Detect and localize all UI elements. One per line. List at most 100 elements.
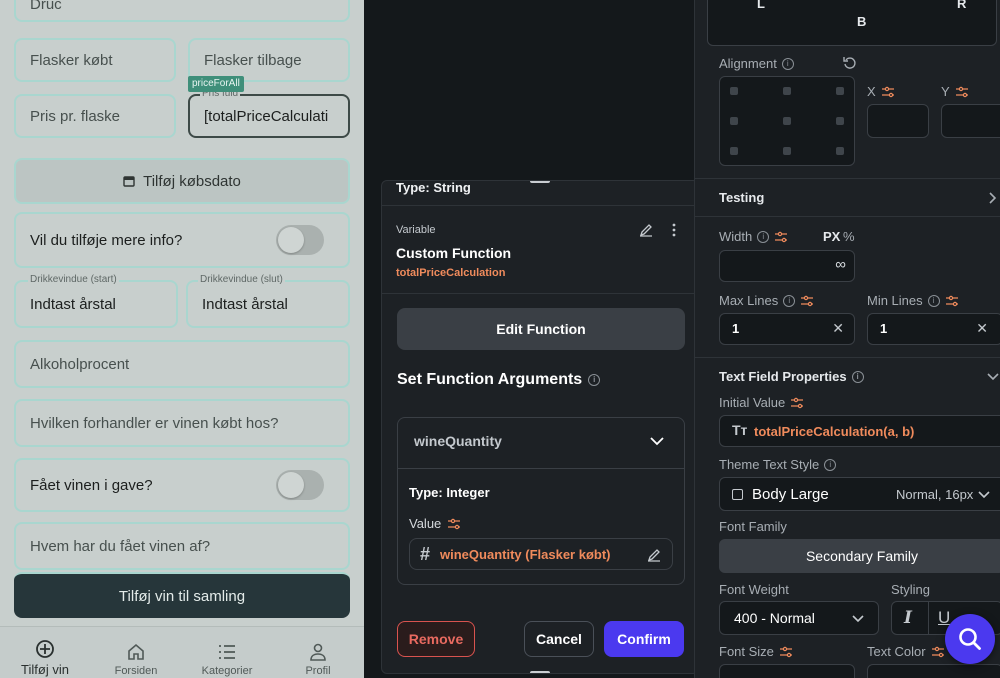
search-icon: [959, 628, 981, 650]
nav-kategorier[interactable]: Kategorier: [187, 631, 267, 677]
testing-section[interactable]: Testing: [719, 190, 764, 205]
sliders-icon: [448, 518, 461, 529]
y-label: Y: [941, 84, 969, 99]
sliders-icon: [931, 646, 944, 657]
initial-value-field[interactable]: Tт totalPriceCalculation(a, b): [719, 415, 1000, 447]
chevron-right-icon[interactable]: [987, 192, 999, 204]
padding-bottom-label: B: [857, 14, 867, 29]
list-icon: [219, 645, 235, 659]
font-weight-label: Font Weight: [719, 582, 789, 597]
checkbox-icon: [732, 489, 743, 500]
text-color-label: Text Color: [867, 644, 945, 659]
search-fab[interactable]: [945, 614, 995, 664]
info-icon[interactable]: i: [757, 230, 770, 243]
variable-title: Custom Function: [396, 245, 512, 261]
x-label: X: [867, 84, 895, 99]
argument-type: Type: Integer: [409, 485, 490, 500]
person-icon: [310, 643, 326, 661]
padding-left-label: L: [757, 0, 765, 11]
theme-text-style-select[interactable]: Body Large Normal, 16px: [719, 477, 1000, 511]
chevron-down-icon[interactable]: [987, 371, 999, 383]
min-lines-input[interactable]: 1 ✕: [867, 313, 1000, 345]
top-field[interactable]: Druc: [14, 0, 350, 22]
edit-pencil-icon[interactable]: [646, 547, 662, 563]
gift-toggle[interactable]: [276, 470, 324, 500]
drink-end-field[interactable]: Indtast årstal: [186, 280, 350, 328]
confirm-button[interactable]: Confirm: [604, 621, 684, 657]
font-size-input[interactable]: [719, 664, 855, 678]
add-to-collection-button[interactable]: Tilføj vin til samling: [14, 572, 350, 618]
info-icon[interactable]: i: [927, 294, 940, 307]
price-for-all-tag: priceForAll: [188, 76, 244, 92]
argument-name: wineQuantity: [414, 433, 502, 449]
calendar-icon: [123, 176, 135, 187]
italic-icon[interactable]: I: [904, 608, 912, 628]
more-info-toggle[interactable]: [276, 225, 324, 255]
secondary-family-button[interactable]: Secondary Family: [719, 539, 1000, 573]
info-icon[interactable]: i: [851, 370, 864, 383]
value-label: Value: [409, 516, 461, 531]
drink-start-field[interactable]: Indtast årstal: [14, 280, 178, 328]
chevron-down-icon: [852, 615, 864, 623]
nav-profil[interactable]: Profil: [278, 631, 358, 677]
edit-pencil-icon[interactable]: [638, 222, 654, 238]
info-icon[interactable]: i: [781, 57, 794, 70]
edit-function-button[interactable]: Edit Function: [397, 308, 685, 350]
home-icon: [128, 643, 144, 660]
hash-icon: #: [420, 543, 431, 564]
min-lines-label: Min Lines i: [867, 293, 959, 308]
clear-icon[interactable]: ✕: [832, 320, 844, 337]
alcohol-field[interactable]: Alkoholprocent: [14, 340, 350, 388]
remove-button[interactable]: Remove: [397, 621, 475, 657]
sliders-icon: [791, 397, 804, 408]
max-lines-input[interactable]: 1 ✕: [719, 313, 855, 345]
clear-icon[interactable]: ✕: [976, 320, 988, 337]
pris-fuld-field[interactable]: [totalPriceCalculati: [188, 94, 350, 138]
width-input[interactable]: ∞: [719, 250, 855, 282]
gift-from-field[interactable]: Hvem har du fået vinen af?: [14, 522, 350, 570]
info-icon[interactable]: i: [824, 458, 837, 471]
add-circle-icon: [36, 640, 54, 658]
function-popup: Type: String Variable Custom Function to…: [381, 180, 699, 674]
x-input[interactable]: [867, 104, 929, 138]
sliders-icon: [779, 646, 792, 657]
set-args-title: Set Function Arguments i: [397, 371, 601, 389]
reset-icon[interactable]: [843, 56, 857, 70]
popup-drag-handle-bottom[interactable]: [530, 671, 550, 673]
add-date-button[interactable]: Tilføj købsdato: [14, 158, 350, 204]
font-weight-select[interactable]: 400 - Normal: [719, 601, 879, 635]
cancel-button[interactable]: Cancel: [524, 621, 594, 657]
sliders-icon: [955, 86, 968, 97]
popup-type: Type: String: [396, 180, 471, 195]
unit-px[interactable]: PX: [823, 229, 840, 244]
drink-start-label: Drikkevindue (start): [28, 274, 119, 285]
unit-percent[interactable]: %: [843, 229, 855, 244]
pris-pr-flaske-field[interactable]: Pris pr. flaske: [14, 94, 176, 138]
sliders-icon: [801, 295, 814, 306]
argument-value-field[interactable]: # wineQuantity (Flasker købt): [409, 538, 673, 570]
padding-editor[interactable]: [707, 0, 997, 46]
flasker-kobt-field[interactable]: Flasker købt: [14, 38, 176, 82]
chevron-down-icon[interactable]: [650, 436, 664, 446]
sliders-icon: [881, 86, 894, 97]
alignment-grid[interactable]: [719, 76, 855, 166]
text-field-properties-section[interactable]: Text Field Properties i: [719, 369, 864, 384]
text-type-icon: Tт: [732, 422, 748, 438]
info-icon[interactable]: i: [588, 374, 601, 386]
y-input[interactable]: [941, 104, 1000, 138]
dealer-field[interactable]: Hvilken forhandler er vinen købt hos?: [14, 399, 350, 447]
padding-right-label: R: [957, 0, 967, 11]
bottom-nav: Tilføj vin Forsiden Kategorier Profil: [0, 626, 364, 678]
properties-panel: L R B Alignment i X Y Testing Width i PX %…: [694, 0, 1000, 678]
more-vert-icon[interactable]: [670, 222, 678, 238]
nav-tilfoej-vin[interactable]: Tilføj vin: [5, 631, 85, 677]
theme-text-style-label: Theme Text Style i: [719, 457, 837, 472]
argument-card: wineQuantity Type: Integer Value # wineQ…: [397, 417, 685, 585]
variable-name: totalPriceCalculation: [396, 267, 506, 279]
nav-forsiden[interactable]: Forsiden: [96, 631, 176, 677]
text-color-input[interactable]: [867, 664, 1000, 678]
width-label: Width i: [719, 229, 788, 244]
initial-value-label: Initial Value: [719, 395, 804, 410]
info-icon[interactable]: i: [783, 294, 796, 307]
popup-drag-handle-top[interactable]: [530, 181, 550, 183]
